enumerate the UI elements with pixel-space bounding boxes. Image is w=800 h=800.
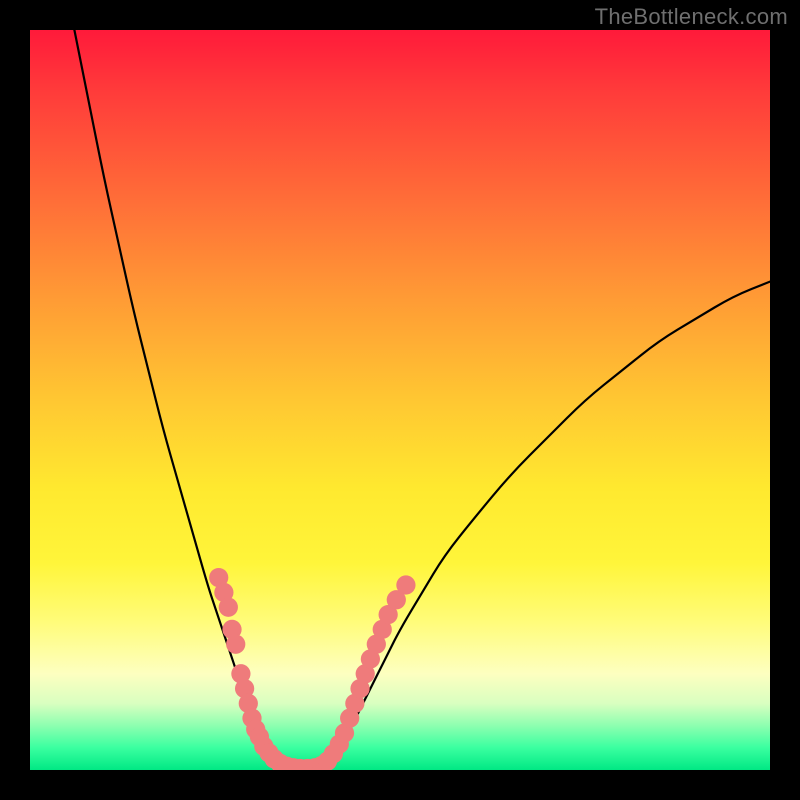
- chart-frame: TheBottleneck.com: [0, 0, 800, 800]
- chart-svg: [30, 30, 770, 770]
- series-group: [74, 30, 770, 769]
- series-left-branch: [74, 30, 281, 766]
- watermark-text: TheBottleneck.com: [595, 4, 788, 30]
- plot-area: [30, 30, 770, 770]
- data-marker: [219, 598, 238, 617]
- marker-group: [209, 568, 415, 770]
- data-marker: [226, 635, 245, 654]
- series-right-branch: [326, 282, 770, 767]
- data-marker: [396, 575, 415, 594]
